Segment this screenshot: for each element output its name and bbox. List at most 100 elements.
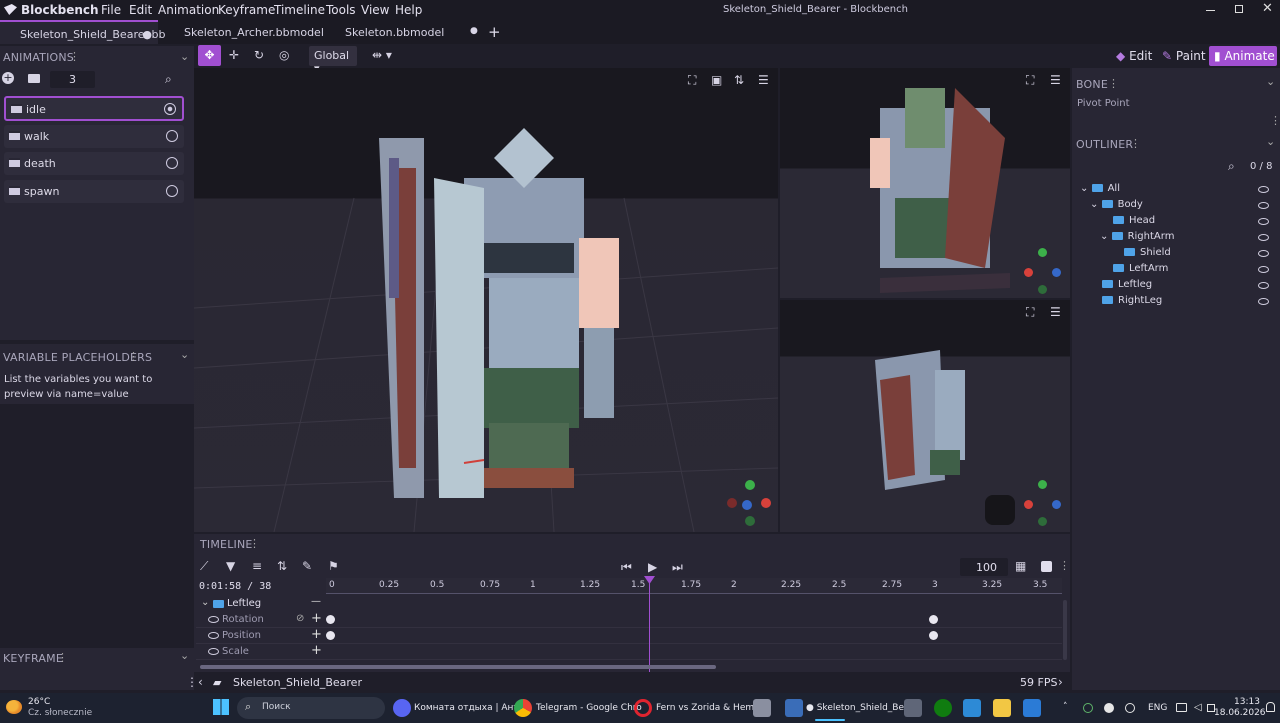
chevron-right-icon[interactable]: › [1058,675,1063,689]
fullscreen-icon[interactable]: ⛶ [1026,73,1034,88]
translate-icon[interactable]: ✛ [229,48,239,62]
timeline-scrollbar[interactable] [200,665,716,669]
side-viewport-top[interactable]: ⛶ ☰ [780,68,1070,298]
visibility-icon[interactable] [208,648,219,655]
menu-keyframe[interactable]: Keyframe [218,3,275,17]
keyframe-marker[interactable] [326,615,335,624]
flag-icon[interactable]: ⚑ [328,559,339,573]
search-icon[interactable]: ⌕ [165,72,172,87]
menu-help[interactable]: Help [395,3,422,17]
clock-time[interactable]: 13:13 [1234,697,1260,707]
menu-icon[interactable]: ☰ [1050,305,1061,319]
menu-icon[interactable]: ☰ [758,73,769,87]
mode-paint[interactable]: ✎ Paint [1162,49,1206,63]
taskbar-app-telegram[interactable]: Telegram - Google Chro [536,703,642,713]
start-button-icon[interactable] [213,699,229,715]
tray-icon[interactable] [1083,703,1093,713]
timeline-row-scale[interactable]: Scale + [196,643,1062,660]
taskbar-app-discord[interactable]: Комната отдыха | Анти [414,703,525,713]
move-tool-icon[interactable]: ✥ [198,45,221,66]
visibility-icon[interactable] [1258,282,1269,289]
store-icon[interactable] [1023,699,1041,717]
animation-item-death[interactable]: death [4,152,184,175]
chevron-down-icon[interactable]: ⌄ [180,649,189,662]
mirror-icon[interactable]: ⇹ ▾ [372,48,392,62]
visibility-icon[interactable] [208,632,219,639]
menu-file[interactable]: File [101,3,121,17]
chevron-down-icon[interactable]: ⌄ [1266,135,1275,148]
taskbar-app-blockbench[interactable]: ● Skeleton_Shield_Bear [806,703,913,713]
lines-icon[interactable]: ≡ [252,559,262,573]
add-keyframe-icon[interactable]: + [311,643,322,658]
visibility-icon[interactable] [208,616,219,623]
screenshot-icon[interactable]: ▣ [711,73,722,87]
weather-icon[interactable] [6,700,22,714]
xbox-icon[interactable] [934,699,952,717]
chevron-down-icon[interactable]: ⌄ [180,50,189,63]
visibility-icon[interactable] [1258,250,1269,257]
new-tab-icon[interactable]: + [488,23,501,41]
outliner-item-leftleg[interactable]: Leftleg [1102,279,1152,295]
weather-temp[interactable]: 26°C [28,697,50,707]
add-animation-icon[interactable]: + [2,72,14,84]
outliner-item-shield[interactable]: Shield [1124,247,1171,263]
transform-space-select[interactable]: Global ▾ [309,46,357,75]
tray-icon[interactable] [1104,703,1114,713]
visibility-icon[interactable] [1258,202,1269,209]
grid-icon[interactable]: ▦ [1015,559,1026,573]
variables-text[interactable]: List the variables you want to preview v… [4,372,192,402]
pencil-icon[interactable]: ✎ [302,559,312,573]
menu-timeline[interactable]: Timeline [274,3,325,17]
visibility-icon[interactable] [1258,298,1269,305]
animation-item-idle[interactable]: idle [4,96,184,121]
fullscreen-icon[interactable]: ⛶ [688,73,696,88]
mode-edit[interactable]: ◆ Edit [1116,49,1152,63]
opera-icon[interactable] [634,699,652,717]
menu-dots-icon[interactable]: ⋮ [1130,137,1141,150]
network-icon[interactable] [1176,703,1187,712]
minimize-button[interactable] [1206,10,1215,11]
menu-edit[interactable]: Edit [129,3,152,17]
chevron-up-icon[interactable]: ˄ [1063,702,1068,712]
clock-date[interactable]: 18.06.2026 [1214,708,1266,718]
menu-dots-icon[interactable]: ⋮ [57,651,68,664]
timeline-row-rotation[interactable]: Rotation ⊘ + [196,611,1062,628]
folder-icon[interactable] [28,74,40,83]
chevron-left-icon[interactable]: ‹ [198,675,203,689]
timeline-row-leftleg[interactable]: ⌄ Leftleg — [196,596,1062,612]
outliner-item-rightarm[interactable]: ⌄ RightArm [1100,231,1174,247]
pivot-icon[interactable]: ◎ [279,48,289,62]
sort-icon[interactable]: ⇅ [734,73,744,87]
graph-editor-icon[interactable]: ⟋ [200,559,208,574]
checkbox-icon[interactable] [1041,561,1052,572]
play-icon[interactable] [164,103,176,115]
language-indicator[interactable]: ENG [1148,703,1167,713]
menu-dots-icon[interactable]: ⋮ [69,50,80,63]
rotate-icon[interactable]: ↻ [254,48,264,62]
animation-item-walk[interactable]: walk [4,125,184,148]
radio-icon[interactable] [166,130,178,142]
radio-icon[interactable] [166,185,178,197]
tray-icon[interactable] [1125,703,1135,713]
main-viewport[interactable]: ⛶ ▣ ⇅ ☰ [194,68,778,532]
tab-skeleton-archer[interactable]: Skeleton_Archer.bbmodel [166,20,326,44]
menu-dots-icon[interactable]: ⋮ [1059,559,1070,572]
discord-icon[interactable] [393,699,411,717]
chevron-down-icon[interactable]: ⌄ [180,348,189,361]
timeline-row-position[interactable]: Position + [196,627,1062,644]
outliner-item-body[interactable]: ⌄ Body [1090,199,1143,215]
skip-back-icon[interactable]: ⏮ [621,560,632,575]
add-keyframe-icon[interactable]: + [311,611,322,626]
keyframe-marker[interactable] [326,631,335,640]
radio-icon[interactable] [166,157,178,169]
visibility-icon[interactable] [1258,266,1269,273]
axis-gizmo-icon[interactable] [727,480,773,526]
outliner-item-rightleg[interactable]: RightLeg [1102,295,1162,311]
fullscreen-icon[interactable]: ⛶ [1026,305,1034,320]
animation-item-spawn[interactable]: spawn [4,180,184,203]
axis-gizmo-icon[interactable] [1024,480,1064,526]
tab-skeleton-shield-bearer[interactable]: Skeleton_Shield_Bearer.bb ● [0,20,165,44]
menu-dots-icon[interactable]: ⋮ [1108,77,1119,90]
weather-desc[interactable]: Cz. słonecznie [28,708,92,718]
explorer-icon[interactable] [993,699,1011,717]
